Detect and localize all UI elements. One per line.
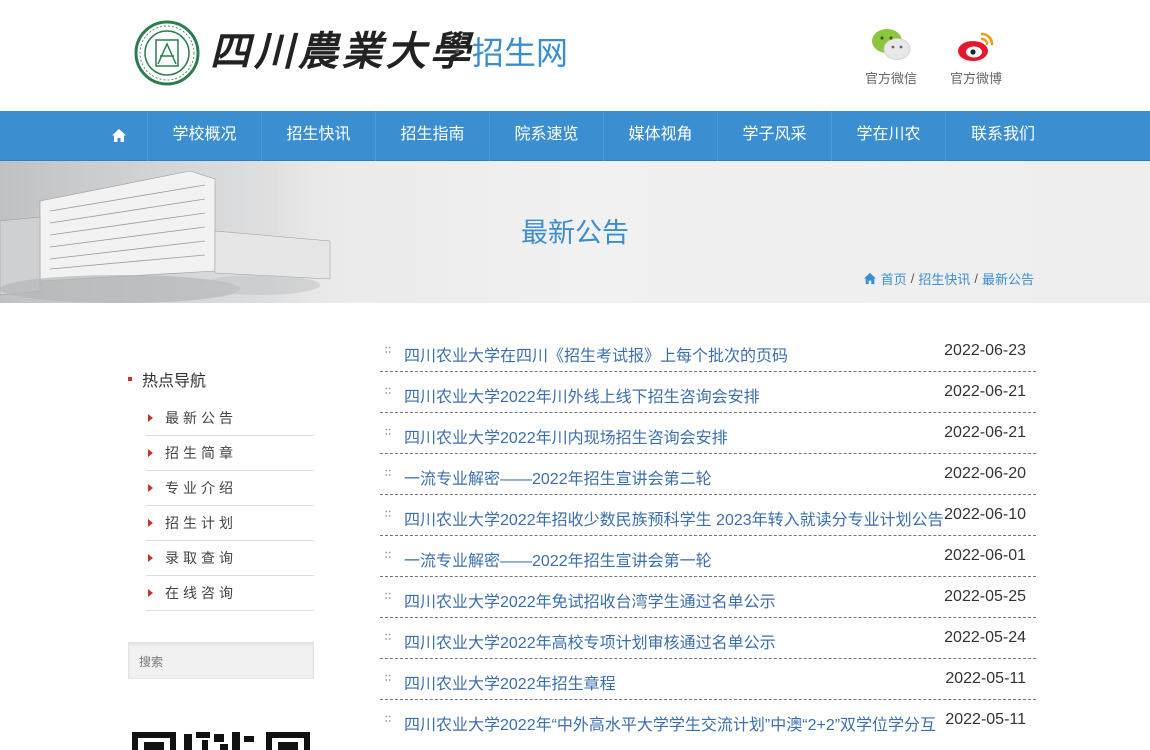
breadcrumb: 首页 / 招生快讯 / 最新公告 (863, 269, 1034, 288)
search-input[interactable]: 搜索 (128, 642, 314, 679)
sidebar-item-online-consult[interactable]: 在线咨询 (146, 576, 314, 611)
qr-code-icon (132, 732, 310, 750)
news-date: 2022-05-11 (945, 670, 1026, 687)
news-title-link[interactable]: 四川农业大学2022年招生章程 (404, 670, 944, 694)
site-subtitle[interactable]: 招生网 (472, 32, 568, 74)
dotted-bullet-icon (385, 633, 391, 640)
news-item[interactable]: 四川农业大学2022年“中外高水平大学学生交流计划”中澳“2+2”双学位学分互 2… (380, 700, 1036, 741)
sidebar-item-major-intro[interactable]: 专业介绍 (146, 471, 314, 506)
sidebar-nav: 最新公告 招生简章 专业介绍 招生计划 录取查询 在线咨询 (146, 401, 314, 611)
nav-item-admission-news[interactable]: 招生快讯 (262, 111, 376, 161)
news-item[interactable]: 四川农业大学2022年招生章程 2022-05-11 (380, 659, 1036, 700)
breadcrumb-separator: / (910, 271, 915, 286)
nav-item-school-overview[interactable]: 学校概况 (148, 111, 262, 161)
dotted-bullet-icon (385, 428, 391, 435)
sidebar-item-label: 最新公告 (165, 410, 237, 426)
nav-item-admission-guide[interactable]: 招生指南 (376, 111, 490, 161)
breadcrumb-separator: / (974, 271, 978, 286)
news-item[interactable]: 四川农业大学2022年川内现场招生咨询会安排 2022-06-21 (380, 413, 1036, 454)
breadcrumb-admission-news[interactable]: 招生快讯 (918, 269, 970, 288)
dotted-bullet-icon (385, 346, 391, 353)
news-date: 2022-06-23 (944, 342, 1026, 359)
news-item[interactable]: 四川农业大学2022年招收少数民族预科学生 2023年转入就读分专业计划公告 20… (380, 495, 1036, 536)
breadcrumb-home[interactable]: 首页 (881, 269, 907, 288)
university-name-logo[interactable]: 四川農業大學 (210, 26, 474, 78)
wechat-icon (872, 29, 911, 60)
news-item[interactable]: 一流专业解密——2022年招生宣讲会第一轮 2022-06-01 (380, 536, 1036, 577)
news-item[interactable]: 四川农业大学2022年免试招收台湾学生通过名单公示 2022-05-25 (380, 577, 1036, 618)
nav-item-contact[interactable]: 联系我们 (946, 111, 1060, 161)
nav-item-student-style[interactable]: 学子风采 (718, 111, 832, 161)
news-item[interactable]: 四川农业大学2022年高校专项计划审核通过名单公示 2022-05-24 (380, 618, 1036, 659)
triangle-right-icon (148, 519, 153, 527)
home-icon (111, 129, 126, 142)
weibo-link[interactable]: 官方微博 (941, 26, 1011, 87)
news-item[interactable]: 四川农业大学2022年川外线上线下招生咨询会安排 2022-06-21 (380, 372, 1036, 413)
sidebar-item-admission-plan[interactable]: 招生计划 (146, 506, 314, 541)
news-title-link[interactable]: 四川农业大学2022年川内现场招生咨询会安排 (404, 424, 944, 448)
triangle-right-icon (148, 414, 153, 422)
news-list: 四川农业大学在四川《招生考试报》上每个批次的页码 2022-06-23 四川农业大学… (380, 331, 1036, 741)
breadcrumb-current[interactable]: 最新公告 (982, 269, 1034, 288)
sidebar-item-label: 录取查询 (165, 550, 237, 566)
nav-item-media[interactable]: 媒体视角 (604, 111, 718, 161)
dotted-bullet-icon (385, 387, 391, 394)
wechat-label: 官方微信 (864, 71, 917, 86)
news-title-link[interactable]: 四川农业大学在四川《招生考试报》上每个批次的页码 (404, 342, 944, 366)
news-title-link[interactable]: 四川农业大学2022年免试招收台湾学生通过名单公示 (404, 588, 944, 612)
news-title-link[interactable]: 四川农业大学2022年高校专项计划审核通过名单公示 (404, 629, 944, 653)
triangle-right-icon (148, 554, 153, 562)
news-title-link[interactable]: 四川农业大学2022年招收少数民族预科学生 2023年转入就读分专业计划公告 (404, 506, 944, 530)
sidebar-item-admission-brochure[interactable]: 招生简章 (146, 436, 314, 471)
triangle-right-icon (148, 589, 153, 597)
page-banner: 最新公告 首页 / 招生快讯 / 最新公告 (0, 161, 1150, 303)
news-date: 2022-06-10 (944, 506, 1026, 523)
main-nav: 学校概况 招生快讯 招生指南 院系速览 媒体视角 学子风采 学在川农 联系我们 (0, 111, 1150, 161)
news-date: 2022-06-20 (944, 465, 1026, 482)
sidebar-item-label: 招生简章 (165, 445, 237, 461)
weibo-icon (958, 32, 994, 61)
dotted-bullet-icon (385, 592, 391, 599)
news-item[interactable]: 一流专业解密——2022年招生宣讲会第二轮 2022-06-20 (380, 454, 1036, 495)
qr-code-image (128, 710, 314, 750)
sidebar-item-latest-notice[interactable]: 最新公告 (146, 401, 314, 436)
sidebar-title: 热点导航 (128, 367, 206, 391)
sidebar-title-text: 热点导航 (142, 373, 207, 390)
nav-item-departments[interactable]: 院系速览 (490, 111, 604, 161)
sidebar-item-label: 专业介绍 (165, 480, 237, 496)
home-icon (863, 272, 876, 285)
news-date: 2022-05-11 (945, 711, 1026, 728)
wechat-link[interactable]: 官方微信 (856, 26, 926, 87)
nav-item-study-at-sicau[interactable]: 学在川农 (832, 111, 946, 161)
dotted-bullet-icon (385, 715, 391, 722)
dotted-bullet-icon (385, 551, 391, 558)
news-title-link[interactable]: 一流专业解密——2022年招生宣讲会第一轮 (404, 547, 944, 571)
news-date: 2022-05-24 (944, 629, 1026, 646)
news-title-link[interactable]: 四川农业大学2022年川外线上线下招生咨询会安排 (404, 383, 944, 407)
nav-home[interactable] (90, 111, 148, 161)
dotted-bullet-icon (385, 469, 391, 476)
news-date: 2022-06-01 (944, 547, 1026, 564)
university-seal-icon[interactable] (134, 20, 200, 86)
news-date: 2022-06-21 (944, 383, 1026, 400)
news-date: 2022-05-25 (944, 588, 1026, 605)
weibo-label: 官方微博 (949, 71, 1002, 86)
sidebar-item-label: 在线咨询 (165, 585, 237, 601)
bullet-square-icon (128, 377, 132, 381)
dotted-bullet-icon (385, 510, 391, 517)
triangle-right-icon (148, 484, 153, 492)
dotted-bullet-icon (385, 674, 391, 681)
news-title-link[interactable]: 四川农业大学2022年“中外高水平大学学生交流计划”中澳“2+2”双学位学分互 (404, 711, 944, 735)
sidebar-item-label: 招生计划 (165, 515, 237, 531)
page-title: 最新公告 (521, 218, 629, 248)
logo-separator-dot: · (452, 32, 463, 72)
news-title-link[interactable]: 一流专业解密——2022年招生宣讲会第二轮 (404, 465, 944, 489)
news-date: 2022-06-21 (944, 424, 1026, 441)
site-header: 四川農業大學 · 招生网 官方微信 官方微博 (0, 0, 1150, 111)
triangle-right-icon (148, 449, 153, 457)
sidebar-item-admission-query[interactable]: 录取查询 (146, 541, 314, 576)
news-item[interactable]: 四川农业大学在四川《招生考试报》上每个批次的页码 2022-06-23 (380, 331, 1036, 372)
